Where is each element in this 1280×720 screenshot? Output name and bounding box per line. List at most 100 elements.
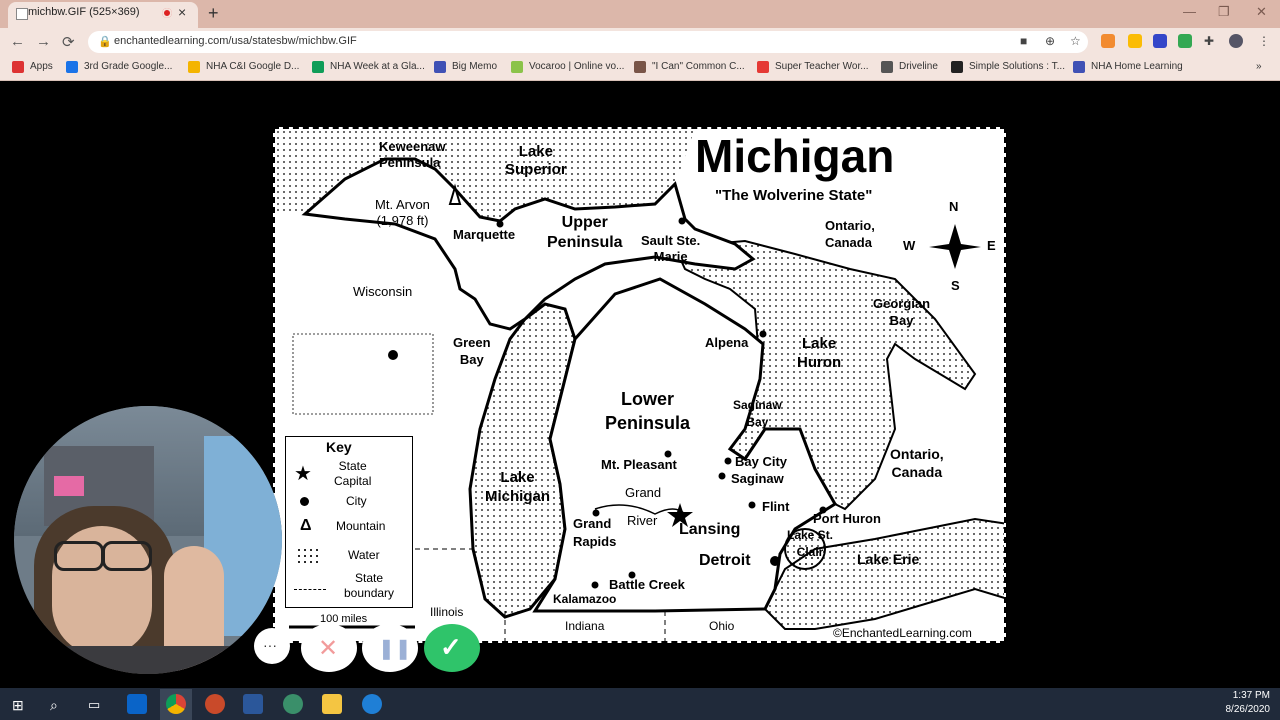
recording-indicator-icon [162, 8, 172, 18]
file-explorer-icon[interactable] [322, 694, 342, 714]
compass-e: E [987, 238, 996, 253]
extension-icon-1[interactable] [1101, 34, 1115, 48]
label-grand-rapids: Grand Rapids [573, 516, 617, 549]
dashed-line-icon [294, 589, 326, 590]
close-icon: ✕ [318, 635, 339, 662]
compass-s: S [951, 278, 960, 293]
menu-icon[interactable]: ⋮ [1258, 34, 1270, 48]
chrome-icon[interactable] [166, 694, 186, 714]
label-sault-ste-marie: Sault Ste. Marie [641, 233, 701, 264]
network-globe-icon[interactable] [283, 694, 303, 714]
check-icon: ✓ [440, 632, 462, 662]
bookmark-icon[interactable] [66, 61, 78, 73]
bookmark-star-icon[interactable]: ☆ [1070, 34, 1081, 48]
compass-w: W [903, 238, 916, 253]
label-mt-arvon: Mt. Arvon (1,978 ft) [375, 197, 430, 228]
finish-recording-button[interactable]: ✓ [424, 624, 480, 672]
camera-icon[interactable]: ■ [1020, 34, 1027, 48]
bookmark-icon[interactable] [881, 61, 893, 73]
key-capital: State Capital [334, 459, 372, 488]
label-illinois: Illinois [430, 605, 464, 619]
bookmark-icon[interactable] [188, 61, 200, 73]
bookmark-icon[interactable] [12, 61, 24, 73]
map-title: Michigan [695, 130, 895, 182]
label-ontario-south: Ontario, Canada [890, 446, 944, 480]
label-grand: Grand [625, 485, 662, 500]
pause-icon: ❚❚ [378, 638, 412, 660]
bookmark-icon[interactable] [511, 61, 523, 73]
label-alpena: Alpena [705, 335, 749, 350]
bookmark-item[interactable]: Apps [30, 61, 53, 72]
label-mt-pleasant: Mt. Pleasant [601, 457, 677, 472]
clock-time[interactable]: 1:37 PM [1233, 690, 1270, 701]
edge-icon[interactable] [362, 694, 382, 714]
mountain-icon: Δ [300, 517, 312, 534]
label-detroit: Detroit [699, 552, 751, 569]
label-lake-erie: Lake Erie [857, 551, 920, 567]
profile-avatar[interactable] [1229, 34, 1243, 48]
star-icon: ★ [294, 463, 312, 485]
bookmark-icon[interactable] [1073, 61, 1085, 73]
page-favicon-icon [16, 8, 28, 20]
label-lansing: Lansing [679, 521, 741, 538]
bookmark-icon[interactable] [434, 61, 446, 73]
extension-icon-2[interactable] [1128, 34, 1142, 48]
extension-icon-3[interactable] [1153, 34, 1167, 48]
word-icon[interactable] [243, 694, 263, 714]
label-saginaw-bay: Saginaw Bay [733, 398, 782, 429]
webcam-bubble[interactable] [14, 406, 282, 674]
bookmark-item[interactable]: Driveline [899, 61, 938, 72]
bookmark-item[interactable]: Big Memo [452, 61, 497, 72]
clock-date[interactable]: 8/26/2020 [1226, 704, 1271, 715]
bookmark-item[interactable]: Vocaroo | Online vo... [529, 61, 624, 72]
cancel-recording-button[interactable]: ✕ [301, 624, 357, 672]
extension-icon-4[interactable] [1178, 34, 1192, 48]
new-tab-button[interactable]: + [208, 3, 219, 24]
lock-icon[interactable]: 🔒 [98, 35, 112, 48]
window-close-button[interactable]: ✕ [1256, 4, 1267, 20]
bookmark-icon[interactable] [951, 61, 963, 73]
windows-start-icon[interactable]: ⊞ [12, 697, 24, 714]
map-credit: ©EnchantedLearning.com [833, 626, 972, 640]
bookmark-item[interactable]: Simple Solutions : T... [969, 61, 1065, 72]
back-button[interactable]: ← [10, 33, 25, 50]
bookmarks-more-button[interactable]: » [1256, 61, 1262, 72]
tab-close-button[interactable]: × [178, 4, 186, 20]
key-boundary: State boundary [344, 571, 395, 600]
extensions-puzzle-icon[interactable]: ✚ [1204, 34, 1214, 48]
task-view-icon[interactable]: ▭ [88, 697, 100, 713]
key-water: Water [348, 548, 380, 562]
dot-icon [300, 497, 309, 506]
bookmark-item[interactable]: "I Can" Common C... [652, 61, 745, 72]
search-icon[interactable]: ⌕ [50, 697, 58, 714]
bookmark-icon[interactable] [312, 61, 324, 73]
zoom-icon[interactable]: ⊕ [1045, 34, 1055, 48]
minimize-button[interactable]: — [1183, 4, 1196, 19]
map-subtitle: "The Wolverine State" [715, 187, 873, 204]
reload-button[interactable]: ⟳ [62, 33, 75, 51]
forward-button[interactable]: → [36, 33, 51, 50]
label-lake-superior: Lake Superior [505, 143, 567, 178]
more-options-button[interactable]: ··· [254, 628, 290, 664]
bookmark-item[interactable]: Super Teacher Wor... [775, 61, 869, 72]
restore-button[interactable]: ❐ [1218, 4, 1230, 20]
key-title: Key [326, 439, 352, 455]
label-upper-peninsula: Upper Peninsula [547, 214, 623, 251]
pause-recording-button[interactable]: ❚❚ [362, 624, 418, 672]
bookmark-item[interactable]: NHA Home Learning [1091, 61, 1183, 72]
powerpoint-icon[interactable] [205, 694, 225, 714]
bookmark-item[interactable]: 3rd Grade Google... [84, 61, 172, 72]
bookmark-item[interactable]: NHA Week at a Gla... [330, 61, 425, 72]
label-lake-st-clair: Lake St. Clair [787, 528, 834, 559]
water-pattern-icon [296, 547, 320, 563]
label-port-huron: Port Huron [813, 511, 881, 526]
outlook-icon[interactable] [127, 694, 147, 714]
bookmark-item[interactable]: NHA C&I Google D... [206, 61, 299, 72]
bookmark-icon[interactable] [757, 61, 769, 73]
tab-title: michbw.GIF (525×369) [28, 6, 140, 18]
bookmark-icon[interactable] [634, 61, 646, 73]
taskbar [0, 688, 1280, 720]
label-lower-peninsula: Lower Peninsula [605, 389, 691, 433]
url-text[interactable]: enchantedlearning.com/usa/statesbw/michb… [114, 35, 357, 47]
label-indiana: Indiana [565, 619, 605, 633]
